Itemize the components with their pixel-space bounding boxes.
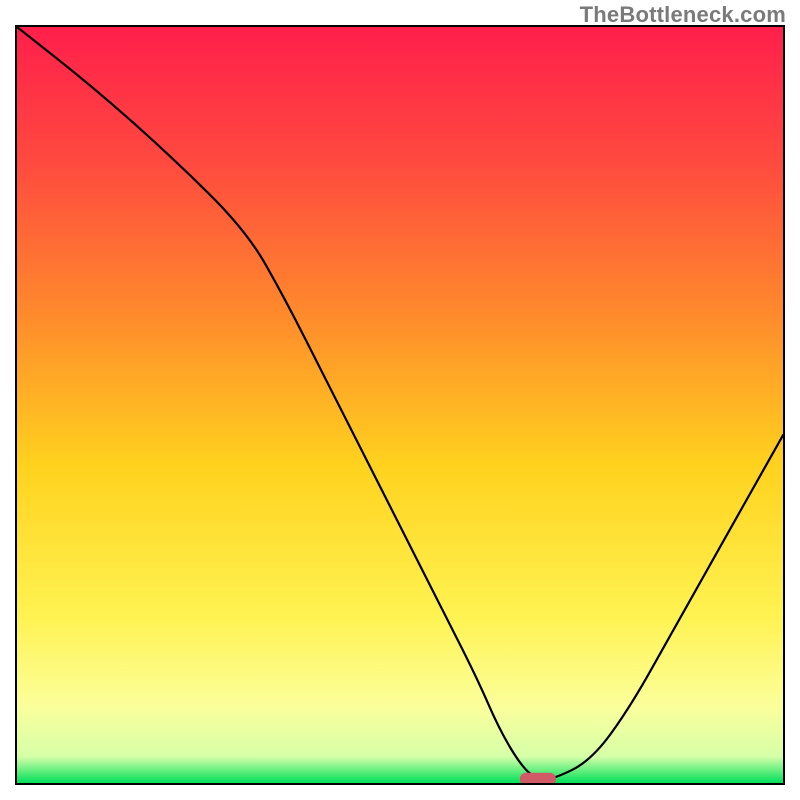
gradient-background: [17, 27, 783, 783]
chart-frame: [15, 25, 785, 785]
optimal-point-marker: [520, 773, 556, 783]
bottleneck-chart: [17, 27, 783, 783]
watermark-text: TheBottleneck.com: [580, 2, 786, 28]
